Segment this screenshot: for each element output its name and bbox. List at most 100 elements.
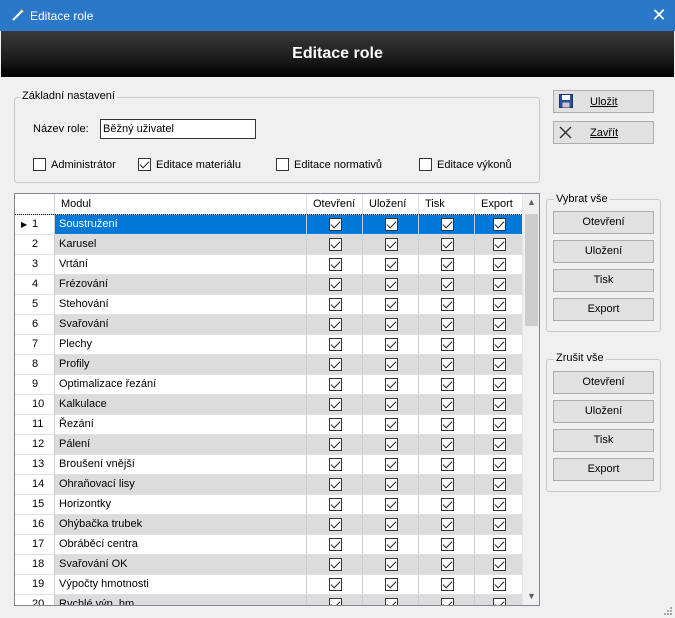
cell-export[interactable] xyxy=(475,515,523,534)
permission-checkbox[interactable] xyxy=(385,478,398,491)
cell-export[interactable] xyxy=(475,455,523,474)
module-name[interactable]: Horizontky xyxy=(55,495,307,514)
permission-checkbox[interactable] xyxy=(385,318,398,331)
clear-all-open-button[interactable]: Otevření xyxy=(553,371,654,394)
table-row[interactable]: 18 Svařování OK xyxy=(15,555,523,575)
cell-save[interactable] xyxy=(363,455,419,474)
module-name[interactable]: Rychlé výp. hm. xyxy=(55,595,307,605)
column-header-modul[interactable]: Modul xyxy=(55,194,307,214)
permission-checkbox[interactable] xyxy=(441,398,454,411)
permission-checkbox[interactable] xyxy=(329,498,342,511)
cell-save[interactable] xyxy=(363,495,419,514)
permission-checkbox[interactable] xyxy=(441,518,454,531)
cell-export[interactable] xyxy=(475,495,523,514)
cell-open[interactable] xyxy=(307,395,363,414)
cell-open[interactable] xyxy=(307,375,363,394)
clear-all-save-button[interactable]: Uložení xyxy=(553,400,654,423)
module-name[interactable]: Kalkulace xyxy=(55,395,307,414)
save-button[interactable]: Uložit xyxy=(553,90,654,113)
cell-print[interactable] xyxy=(419,295,475,314)
permission-checkbox[interactable] xyxy=(329,318,342,331)
module-name[interactable]: Pálení xyxy=(55,435,307,454)
checkbox-box[interactable] xyxy=(33,158,46,171)
module-name[interactable]: Vrtání xyxy=(55,255,307,274)
permission-checkbox[interactable] xyxy=(385,538,398,551)
permission-checkbox[interactable] xyxy=(385,338,398,351)
cell-open[interactable] xyxy=(307,535,363,554)
grid-scrollbar[interactable]: ▲ ▼ xyxy=(522,194,539,605)
clear-all-export-button[interactable]: Export xyxy=(553,458,654,481)
role-name-input[interactable] xyxy=(100,119,256,139)
checkbox-box[interactable] xyxy=(276,158,289,171)
permission-checkbox[interactable] xyxy=(493,498,506,511)
cell-save[interactable] xyxy=(363,515,419,534)
cell-print[interactable] xyxy=(419,535,475,554)
table-row[interactable]: 16 Ohýbačka trubek xyxy=(15,515,523,535)
module-name[interactable]: Řezání xyxy=(55,415,307,434)
select-all-export-button[interactable]: Export xyxy=(553,298,654,321)
cell-print[interactable] xyxy=(419,555,475,574)
permission-checkbox[interactable] xyxy=(493,438,506,451)
cell-print[interactable] xyxy=(419,335,475,354)
cell-open[interactable] xyxy=(307,595,363,605)
table-row[interactable]: 3 Vrtání xyxy=(15,255,523,275)
column-header-open[interactable]: Otevření xyxy=(307,194,363,214)
module-name[interactable]: Ohýbačka trubek xyxy=(55,515,307,534)
cell-export[interactable] xyxy=(475,335,523,354)
permission-checkbox[interactable] xyxy=(441,278,454,291)
permission-checkbox[interactable] xyxy=(385,378,398,391)
permission-checkbox[interactable] xyxy=(329,518,342,531)
module-name[interactable]: Soustružení xyxy=(55,215,307,234)
permission-checkbox[interactable] xyxy=(441,298,454,311)
cell-export[interactable] xyxy=(475,315,523,334)
cell-print[interactable] xyxy=(419,515,475,534)
cell-export[interactable] xyxy=(475,395,523,414)
permission-checkbox[interactable] xyxy=(441,258,454,271)
permission-checkbox[interactable] xyxy=(385,238,398,251)
cell-save[interactable] xyxy=(363,415,419,434)
permission-checkbox[interactable] xyxy=(493,358,506,371)
permission-checkbox[interactable] xyxy=(385,358,398,371)
cell-print[interactable] xyxy=(419,275,475,294)
permission-checkbox[interactable] xyxy=(441,478,454,491)
permission-checkbox[interactable] xyxy=(441,458,454,471)
cell-export[interactable] xyxy=(475,475,523,494)
table-row[interactable]: 19 Výpočty hmotnosti xyxy=(15,575,523,595)
cell-print[interactable] xyxy=(419,475,475,494)
permission-checkbox[interactable] xyxy=(493,538,506,551)
cell-save[interactable] xyxy=(363,335,419,354)
cell-open[interactable] xyxy=(307,255,363,274)
cell-print[interactable] xyxy=(419,455,475,474)
select-all-save-button[interactable]: Uložení xyxy=(553,240,654,263)
table-row[interactable]: 20 Rychlé výp. hm. xyxy=(15,595,523,605)
cell-open[interactable] xyxy=(307,435,363,454)
permission-checkbox[interactable] xyxy=(441,358,454,371)
permission-checkbox[interactable] xyxy=(441,498,454,511)
cell-open[interactable] xyxy=(307,515,363,534)
checkbox-administrator[interactable]: Administrátor xyxy=(33,158,116,171)
permission-checkbox[interactable] xyxy=(493,318,506,331)
cell-export[interactable] xyxy=(475,415,523,434)
permission-checkbox[interactable] xyxy=(441,418,454,431)
permission-checkbox[interactable] xyxy=(493,558,506,571)
cell-print[interactable] xyxy=(419,255,475,274)
cell-open[interactable] xyxy=(307,335,363,354)
cell-open[interactable] xyxy=(307,575,363,594)
cell-save[interactable] xyxy=(363,295,419,314)
close-window-button[interactable]: ✕ xyxy=(643,0,675,31)
column-header-save[interactable]: Uložení xyxy=(363,194,419,214)
cell-export[interactable] xyxy=(475,375,523,394)
permission-checkbox[interactable] xyxy=(329,278,342,291)
table-row[interactable]: 5 Stehování xyxy=(15,295,523,315)
select-all-open-button[interactable]: Otevření xyxy=(553,211,654,234)
permission-checkbox[interactable] xyxy=(441,378,454,391)
permission-checkbox[interactable] xyxy=(329,338,342,351)
table-row[interactable]: 14 Ohraňovací lisy xyxy=(15,475,523,495)
module-name[interactable]: Plechy xyxy=(55,335,307,354)
cell-print[interactable] xyxy=(419,235,475,254)
permission-checkbox[interactable] xyxy=(329,378,342,391)
permission-checkbox[interactable] xyxy=(441,238,454,251)
cell-print[interactable] xyxy=(419,375,475,394)
cell-print[interactable] xyxy=(419,415,475,434)
cell-save[interactable] xyxy=(363,475,419,494)
